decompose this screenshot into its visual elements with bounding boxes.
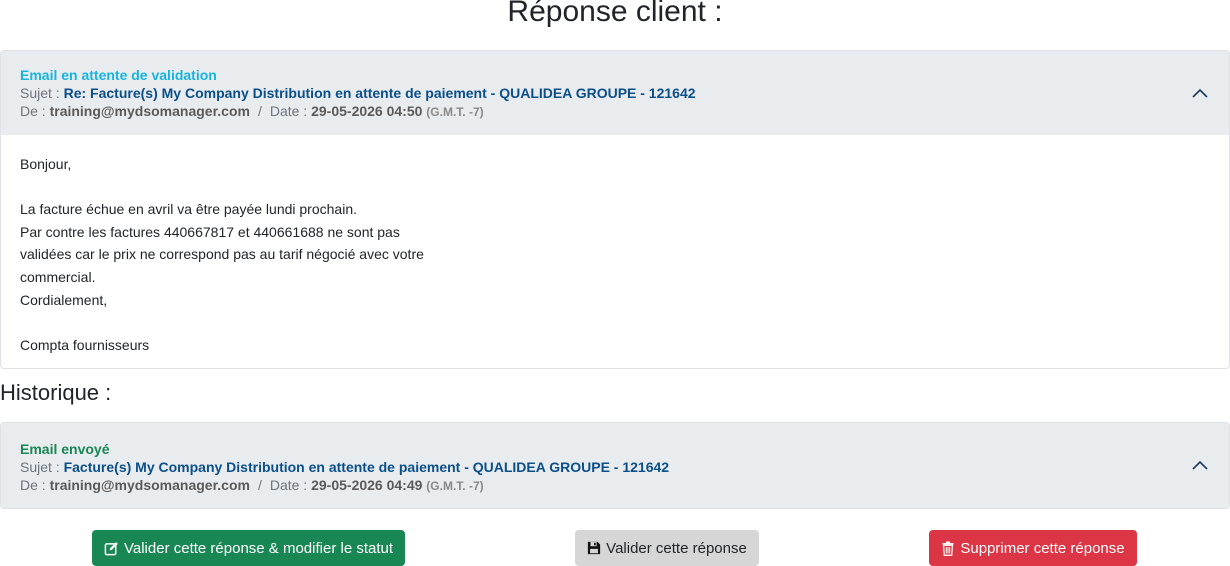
trash-icon bbox=[942, 540, 954, 556]
chevron-up-icon[interactable] bbox=[1191, 85, 1209, 103]
email-status: Email en attente de validation bbox=[20, 67, 217, 83]
validate-and-modify-status-label: Valider cette réponse & modifier le stat… bbox=[123, 539, 394, 557]
subject-label: Sujet : bbox=[20, 85, 60, 101]
edit-icon bbox=[104, 541, 118, 555]
body-closing: Cordialement, bbox=[20, 291, 108, 308]
email-subject-line: Sujet : Facture(s) My Company Distributi… bbox=[20, 458, 1211, 476]
validate-response-label: Valider cette réponse bbox=[606, 539, 747, 557]
email-date: 29-05-2026 04:50 bbox=[311, 103, 423, 119]
delete-response-button[interactable]: Supprimer cette réponse bbox=[929, 530, 1137, 566]
delete-response-label: Supprimer cette réponse bbox=[960, 539, 1125, 557]
email-timezone: (G.M.T. -7) bbox=[426, 479, 484, 493]
email-from: training@mydsomanager.com bbox=[49, 103, 250, 119]
from-label: De : bbox=[20, 477, 46, 493]
body-line: Par contre les factures 440667817 et 440… bbox=[20, 223, 400, 240]
history-title: Historique : bbox=[0, 380, 112, 405]
email-subject: Facture(s) My Company Distribution en at… bbox=[63, 459, 670, 475]
validate-response-button[interactable]: Valider cette réponse bbox=[575, 530, 759, 566]
email-subject: Re: Facture(s) My Company Distribution e… bbox=[63, 85, 696, 101]
email-from-date-line: De : training@mydsomanager.com / Date : 29… bbox=[20, 476, 1211, 495]
from-label: De : bbox=[20, 103, 46, 119]
reply-email-body: Bonjour, La facture échue en avril va êt… bbox=[1, 135, 1229, 368]
body-line: validées car le prix ne correspond pas a… bbox=[20, 246, 424, 263]
page: Réponse client : Email en attente de val… bbox=[0, 0, 1230, 566]
separator: / bbox=[257, 477, 262, 493]
email-subject-line: Sujet : Re: Facture(s) My Company Distri… bbox=[20, 84, 1211, 102]
body-line: commercial. bbox=[20, 268, 96, 285]
body-greeting: Bonjour, bbox=[20, 156, 72, 172]
history-email-header[interactable]: Email envoyé Sujet : Facture(s) My Compa… bbox=[1, 423, 1229, 508]
email-timezone: (G.M.T. -7) bbox=[426, 105, 484, 119]
history-email-card: Email envoyé Sujet : Facture(s) My Compa… bbox=[0, 422, 1230, 509]
email-date: 29-05-2026 04:49 bbox=[311, 477, 423, 493]
body-line: La facture échue en avril va être payée … bbox=[20, 201, 357, 218]
date-label: Date : bbox=[269, 477, 308, 493]
email-from-date-line: De : training@mydsomanager.com / Date : 29… bbox=[20, 102, 1211, 121]
validate-and-modify-status-button[interactable]: Valider cette réponse & modifier le stat… bbox=[92, 530, 405, 566]
date-label: Date : bbox=[269, 103, 308, 119]
email-status: Email envoyé bbox=[20, 441, 110, 457]
chevron-up-icon[interactable] bbox=[1191, 457, 1209, 475]
email-from: training@mydsomanager.com bbox=[49, 477, 250, 493]
page-title: Réponse client : bbox=[507, 0, 723, 28]
reply-email-card: Email en attente de validation Sujet : R… bbox=[0, 50, 1230, 369]
subject-label: Sujet : bbox=[20, 459, 60, 475]
body-signature: Compta fournisseurs bbox=[20, 336, 150, 353]
save-icon bbox=[588, 541, 601, 555]
reply-email-header[interactable]: Email en attente de validation Sujet : R… bbox=[1, 51, 1229, 135]
separator: / bbox=[257, 103, 262, 119]
